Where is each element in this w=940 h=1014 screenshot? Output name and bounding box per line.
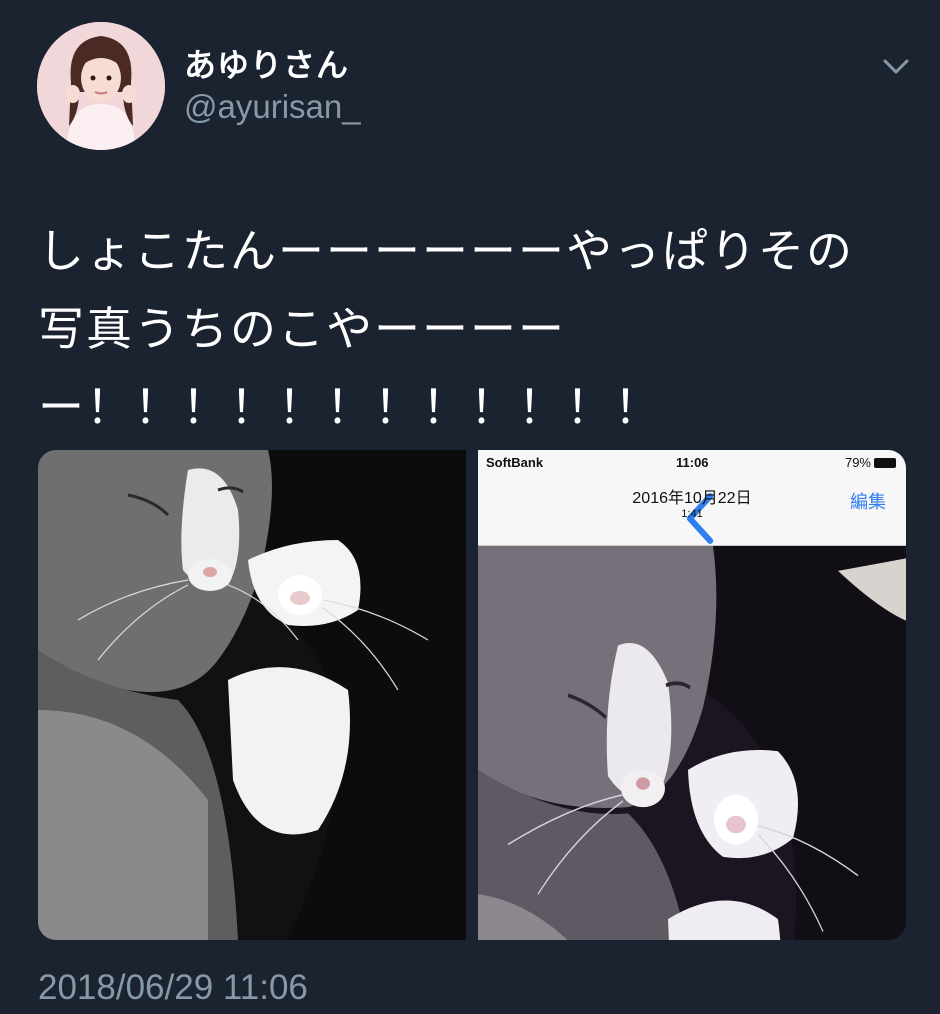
phone-nav-bar: 2016年10月22日 1:41 編集 [478, 476, 906, 546]
tweet-timestamp[interactable]: 2018/06/29 11:06 [38, 968, 308, 1008]
avatar-image [37, 22, 165, 150]
carrier-label: SoftBank [486, 455, 544, 470]
avatar[interactable] [37, 22, 165, 150]
tweet-text: しょこたんーーーーーーやっぱりその 写真うちのこやーーーー ー！！！！！！！！！… [38, 224, 854, 434]
status-time: 11:06 [676, 455, 709, 470]
phone-status-bar: SoftBank 11:06 79% [478, 450, 906, 476]
edit-label: 編集 [850, 492, 886, 513]
phone-screenshot[interactable]: SoftBank 11:06 79% 2016年10月22日 1:41 編集 [478, 450, 906, 940]
cat-photo[interactable] [38, 450, 466, 940]
battery-percent: 79% [844, 455, 871, 470]
user-handle[interactable]: @ayurisan_ [184, 88, 361, 126]
chevron-down-icon[interactable] [876, 52, 916, 82]
media-grid: SoftBank 11:06 79% 2016年10月22日 1:41 編集 [38, 450, 906, 940]
battery-icon [874, 458, 896, 468]
tweet: あゆりさん @ayurisan_ しょこたんーーーーーーやっぱりその 写真うちの… [0, 0, 940, 1014]
photo-date: 2016年10月22日 [632, 490, 752, 507]
battery-status: 79% [845, 455, 896, 470]
photo-time: 1:41 [681, 508, 703, 520]
display-name[interactable]: あゆりさん [184, 40, 349, 86]
cat-photo-2 [478, 546, 906, 940]
